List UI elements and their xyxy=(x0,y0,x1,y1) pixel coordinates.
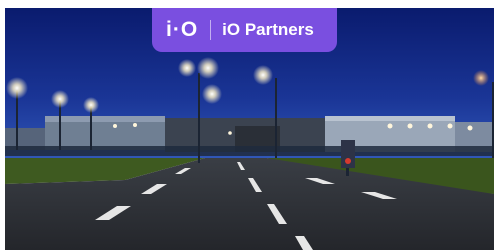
brand-badge: i·O iO Partners xyxy=(152,8,337,52)
badge-divider xyxy=(210,20,212,40)
hero-photo: i·O iO Partners xyxy=(5,8,494,250)
brand-name: iO Partners xyxy=(222,20,314,39)
io-logo: i·O xyxy=(166,18,199,41)
fence xyxy=(5,146,494,156)
